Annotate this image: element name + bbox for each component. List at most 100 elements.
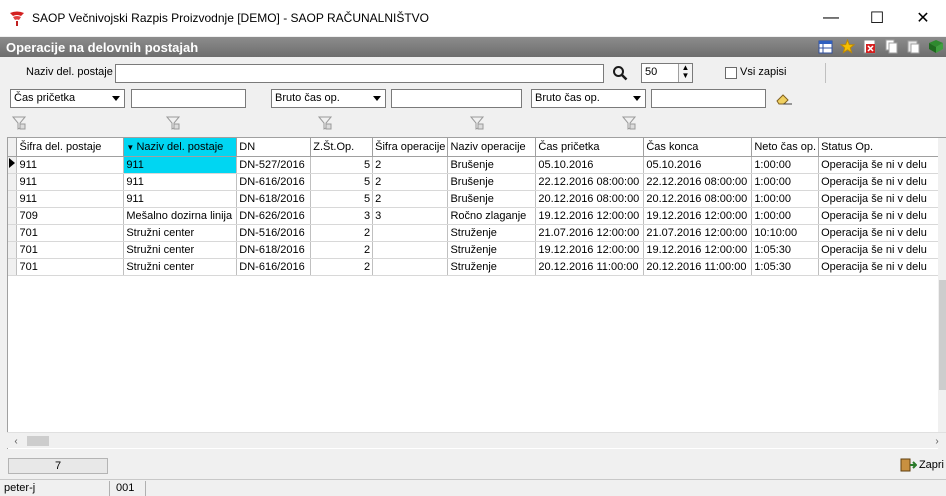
maximize-button[interactable]: ☐ — [854, 0, 900, 36]
row-indicator[interactable] — [8, 190, 18, 208]
table-cell[interactable]: 20.12.2016 11:00:00 — [535, 258, 645, 276]
table-icon[interactable] — [817, 38, 834, 55]
scroll-thumb[interactable] — [939, 280, 946, 390]
table-cell[interactable]: Stružni center — [123, 224, 238, 242]
filter-value-input-2[interactable] — [391, 89, 522, 108]
table-cell[interactable]: DN-618/2016 — [236, 190, 312, 208]
filter-value-input-1[interactable] — [131, 89, 246, 108]
table-cell[interactable]: 19.12.2016 12:00:00 — [643, 207, 753, 225]
table-cell[interactable]: Operacija še ni v delu — [818, 224, 946, 242]
table-cell[interactable]: Operacija še ni v delu — [818, 258, 946, 276]
table-cell[interactable]: 911 — [16, 156, 125, 174]
stepper-arrows-icon[interactable]: ▲ ▼ — [678, 64, 692, 82]
minimize-button[interactable]: — — [808, 0, 854, 36]
column-header[interactable]: Šifra del. postaje — [16, 138, 125, 157]
book-icon[interactable] — [927, 38, 944, 55]
table-cell[interactable]: 20.12.2016 08:00:00 — [643, 190, 753, 208]
table-cell[interactable]: 1:00:00 — [751, 173, 820, 191]
table-cell[interactable]: 2 — [310, 224, 374, 242]
table-cell[interactable]: 05.10.2016 — [643, 156, 753, 174]
table-row[interactable]: 701 Stružni center DN-516/2016 2 Struženje 21… — [8, 224, 946, 242]
chevron-down-icon[interactable] — [108, 90, 124, 107]
table-cell[interactable] — [372, 241, 449, 259]
table-cell[interactable]: 2 — [372, 190, 449, 208]
table-cell[interactable]: DN-616/2016 — [236, 258, 312, 276]
table-cell[interactable]: 20.12.2016 11:00:00 — [643, 258, 753, 276]
filter-field-select-1[interactable]: Čas pričetka — [10, 89, 125, 108]
filter-funnel-icon[interactable] — [470, 116, 484, 130]
table-cell[interactable]: 911 — [123, 190, 238, 208]
table-cell[interactable]: Struženje — [447, 258, 537, 276]
table-cell[interactable]: 1:05:30 — [751, 241, 820, 259]
current-row-indicator-icon[interactable] — [8, 156, 18, 174]
column-header[interactable]: Šifra operacije — [372, 138, 449, 157]
row-indicator[interactable] — [8, 207, 18, 225]
table-cell[interactable]: 701 — [16, 224, 125, 242]
scroll-right-icon[interactable]: › — [930, 433, 944, 449]
table-cell[interactable]: Brušenje — [447, 173, 537, 191]
search-input[interactable] — [115, 64, 604, 83]
vsi-zapisi-checkbox[interactable] — [725, 67, 737, 79]
column-header[interactable]: DN — [236, 138, 312, 157]
table-cell[interactable]: 20.12.2016 08:00:00 — [535, 190, 645, 208]
close-button[interactable]: ✕ — [900, 0, 946, 36]
vertical-scrollbar[interactable] — [938, 138, 946, 450]
table-cell[interactable]: 5 — [310, 190, 374, 208]
table-cell[interactable]: 1:05:30 — [751, 258, 820, 276]
table-cell[interactable]: 05.10.2016 — [535, 156, 645, 174]
horizontal-scrollbar[interactable]: ‹ › — [7, 432, 946, 448]
table-cell[interactable]: Operacija še ni v delu — [818, 173, 946, 191]
table-cell[interactable]: 2 — [310, 241, 374, 259]
column-header[interactable]: Status Op. — [818, 138, 946, 157]
table-cell[interactable] — [372, 258, 449, 276]
table-cell[interactable]: 10:10:00 — [751, 224, 820, 242]
table-row[interactable]: 701 Stružni center DN-618/2016 2 Struženje 19… — [8, 241, 946, 259]
table-cell[interactable]: 5 — [310, 173, 374, 191]
scroll-thumb[interactable] — [27, 436, 49, 446]
table-cell[interactable]: Operacija še ni v delu — [818, 190, 946, 208]
star-icon[interactable] — [839, 38, 856, 55]
table-cell[interactable]: 701 — [16, 258, 125, 276]
column-header[interactable]: Naziv operacije — [447, 138, 537, 157]
table-cell[interactable]: DN-626/2016 — [236, 207, 312, 225]
table-cell[interactable]: Mešalno dozirna linija — [123, 207, 238, 225]
table-cell[interactable]: Struženje — [447, 241, 537, 259]
eraser-icon[interactable] — [775, 92, 793, 106]
table-cell[interactable]: 701 — [16, 241, 125, 259]
table-cell[interactable]: 1:00:00 — [751, 207, 820, 225]
filter-funnel-icon[interactable] — [12, 116, 26, 130]
filter-funnel-icon[interactable] — [166, 116, 180, 130]
search-icon[interactable] — [612, 65, 628, 81]
table-cell[interactable]: 21.07.2016 12:00:00 — [643, 224, 753, 242]
table-cell[interactable]: 3 — [310, 207, 374, 225]
table-cell[interactable]: 5 — [310, 156, 374, 174]
row-indicator[interactable] — [8, 241, 18, 259]
table-cell[interactable]: 19.12.2016 12:00:00 — [643, 241, 753, 259]
table-cell[interactable]: 911 — [16, 173, 125, 191]
close-form-button[interactable]: Zapri — [899, 457, 944, 473]
table-cell[interactable]: 21.07.2016 12:00:00 — [535, 224, 645, 242]
table-cell[interactable]: 911 — [123, 173, 238, 191]
table-cell[interactable]: Ročno zlaganje — [447, 207, 537, 225]
paste-icon[interactable] — [905, 38, 922, 55]
table-cell[interactable]: DN-516/2016 — [236, 224, 312, 242]
table-cell[interactable]: Stružni center — [123, 258, 238, 276]
table-row[interactable]: 911 911 DN-618/2016 5 2 Brušenje 20.12.2016 08… — [8, 190, 946, 208]
table-cell[interactable]: Operacija še ni v delu — [818, 207, 946, 225]
copy-icon[interactable] — [883, 38, 900, 55]
table-row[interactable]: 709 Mešalno dozirna linija DN-626/2016 3 3 Ro… — [8, 207, 946, 225]
column-header[interactable]: Čas konca — [643, 138, 753, 157]
filter-funnel-icon[interactable] — [318, 116, 332, 130]
table-cell[interactable]: 1:00:00 — [751, 190, 820, 208]
column-header[interactable]: Neto čas op. — [751, 138, 820, 157]
table-cell[interactable]: 911 — [123, 156, 238, 174]
table-cell[interactable]: Brušenje — [447, 190, 537, 208]
filter-field-select-2[interactable]: Bruto čas op. — [271, 89, 386, 108]
column-header[interactable]: Čas pričetka — [535, 138, 645, 157]
table-cell[interactable]: DN-618/2016 — [236, 241, 312, 259]
table-cell[interactable]: 22.12.2016 08:00:00 — [643, 173, 753, 191]
table-cell[interactable]: Brušenje — [447, 156, 537, 174]
table-cell[interactable] — [372, 224, 449, 242]
table-cell[interactable]: 2 — [372, 156, 449, 174]
row-indicator[interactable] — [8, 224, 18, 242]
